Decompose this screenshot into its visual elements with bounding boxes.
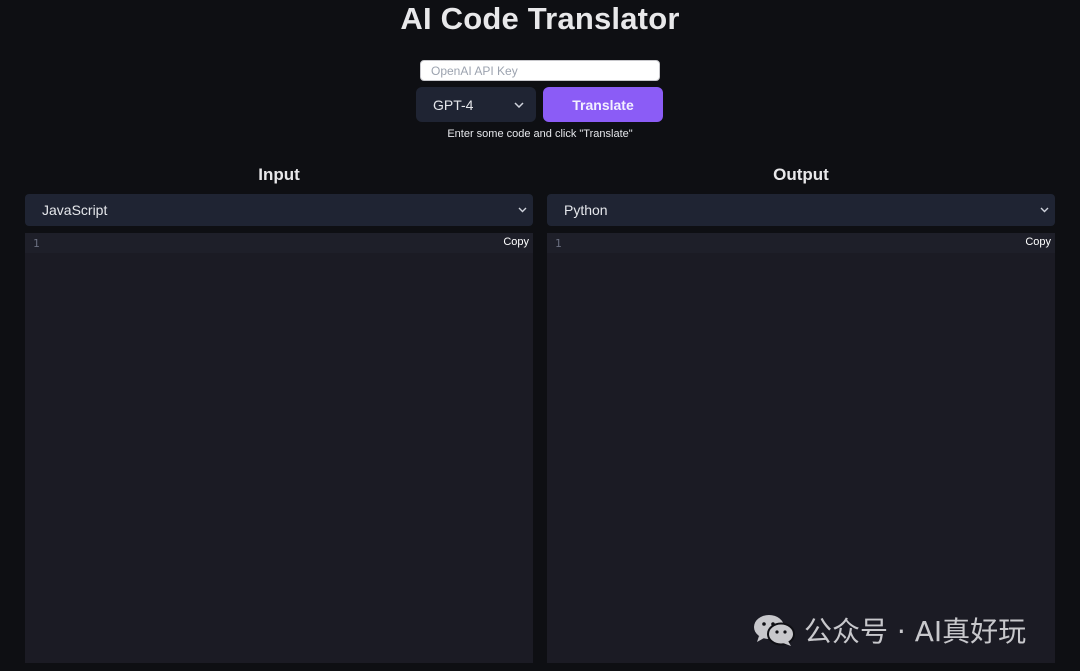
chevron-down-icon xyxy=(518,207,527,213)
output-language-value: Python xyxy=(564,202,608,218)
output-copy-button[interactable]: Copy xyxy=(1025,236,1051,248)
input-language-select[interactable]: JavaScript xyxy=(25,194,533,226)
watermark-text: 公众号 · AI真好玩 xyxy=(804,615,1027,648)
translate-button[interactable]: Translate xyxy=(543,87,663,122)
line-number: 1 xyxy=(33,237,40,250)
output-heading: Output xyxy=(773,165,829,184)
api-key-input[interactable] xyxy=(420,60,660,81)
input-copy-button[interactable]: Copy xyxy=(503,236,529,248)
output-language-select[interactable]: Python xyxy=(547,194,1055,226)
model-select-value: GPT-4 xyxy=(433,96,474,113)
editor-active-line xyxy=(25,233,533,253)
page-title: AI Code Translator xyxy=(400,1,680,36)
chevron-down-icon xyxy=(514,101,524,108)
page: AI Code Translator GPT-4 Translate Enter… xyxy=(0,0,1080,671)
wechat-icon xyxy=(752,613,796,647)
input-language-value: JavaScript xyxy=(42,202,108,218)
input-code-editor[interactable]: 1 Copy xyxy=(25,233,533,663)
editor-active-line xyxy=(547,233,1055,253)
status-hint: Enter some code and click "Translate" xyxy=(447,128,633,140)
watermark: 公众号 · AI真好玩 xyxy=(752,610,1026,650)
input-heading: Input xyxy=(258,165,300,184)
model-select[interactable]: GPT-4 xyxy=(416,87,536,122)
chevron-down-icon xyxy=(1040,207,1049,213)
line-number: 1 xyxy=(555,237,562,250)
output-code-editor[interactable]: 1 Copy xyxy=(547,233,1055,663)
